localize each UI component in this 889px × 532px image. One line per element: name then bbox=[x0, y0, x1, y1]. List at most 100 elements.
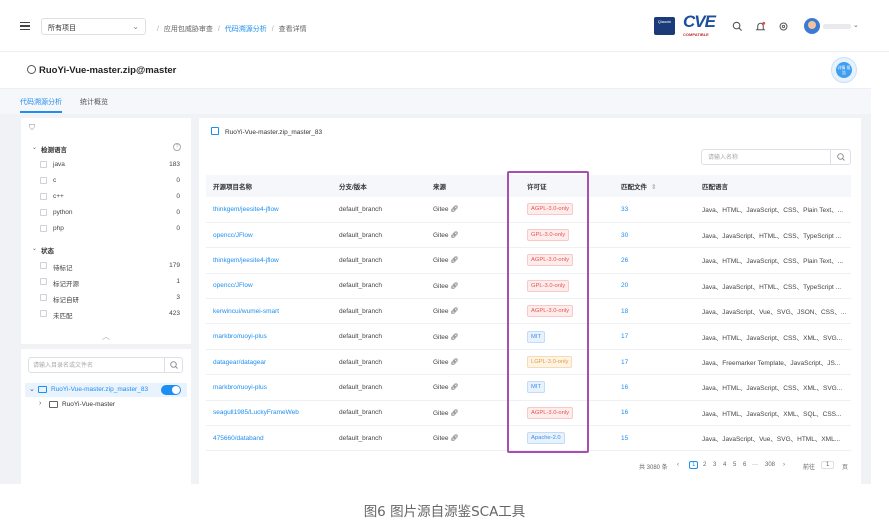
source-cell[interactable]: Gitee 🔗︎ bbox=[426, 425, 520, 452]
page-button-active[interactable]: 1 bbox=[689, 461, 699, 469]
status-filter-open-source[interactable]: 标记开源 1 bbox=[40, 276, 180, 288]
checkbox[interactable] bbox=[40, 294, 47, 301]
page-button[interactable]: 6 bbox=[743, 462, 746, 468]
external-link-icon[interactable]: 🔗︎ bbox=[450, 308, 458, 315]
source-cell[interactable]: Gitee 🔗︎ bbox=[426, 374, 520, 401]
language-filter-php[interactable]: php 0 bbox=[40, 223, 180, 235]
language-filter-python[interactable]: python 0 bbox=[40, 207, 180, 219]
status-filter-self-developed[interactable]: 标记自研 3 bbox=[40, 292, 180, 304]
matched-files-link[interactable]: 16 bbox=[614, 400, 695, 427]
matched-files-link[interactable]: 30 bbox=[614, 222, 695, 249]
source-cell[interactable]: Gitee 🔗︎ bbox=[426, 247, 520, 274]
external-link-icon[interactable]: 🔗︎ bbox=[450, 410, 458, 417]
external-link-icon[interactable]: 🔗︎ bbox=[450, 334, 458, 341]
chevron-down-icon[interactable]: ⌄ bbox=[32, 245, 37, 252]
tree-search-button[interactable] bbox=[164, 358, 182, 372]
prev-page-button[interactable]: ‹ bbox=[677, 462, 679, 468]
tree-search-input[interactable] bbox=[33, 361, 158, 370]
filter-icon[interactable]: ⛉ bbox=[29, 123, 35, 133]
matched-files-link[interactable]: 20 bbox=[614, 273, 695, 300]
project-link[interactable]: kerwincui/wumei-smart bbox=[206, 298, 332, 325]
tree-toggle-switch[interactable] bbox=[161, 385, 181, 395]
tab-code-origin[interactable]: 代码溯源分析 bbox=[20, 97, 62, 107]
more-pages-button[interactable]: ··· bbox=[752, 462, 758, 468]
external-link-icon[interactable]: 🔗︎ bbox=[450, 232, 458, 239]
avatar[interactable] bbox=[804, 18, 820, 34]
matched-files-link[interactable]: 16 bbox=[614, 374, 695, 401]
checkbox[interactable] bbox=[40, 262, 47, 269]
page-button[interactable]: 2 bbox=[703, 462, 706, 468]
menu-icon[interactable] bbox=[20, 22, 30, 30]
source-cell[interactable]: Gitee 🔗︎ bbox=[426, 197, 520, 223]
gear-icon[interactable] bbox=[778, 21, 789, 32]
column-header-sortable[interactable]: 匹配文件 ⇕ bbox=[614, 175, 695, 197]
project-link[interactable]: opencc/JFlow bbox=[206, 273, 332, 300]
source-cell[interactable]: Gitee 🔗︎ bbox=[426, 323, 520, 350]
checkbox[interactable] bbox=[40, 209, 47, 216]
matched-files-link[interactable]: 15 bbox=[614, 425, 695, 452]
license-cell: MIT bbox=[520, 323, 614, 350]
project-link[interactable]: opencc/JFlow bbox=[206, 222, 332, 249]
bell-icon[interactable] bbox=[755, 21, 766, 32]
language-filter-c[interactable]: c 0 bbox=[40, 175, 180, 187]
matched-files-link[interactable]: 18 bbox=[614, 298, 695, 325]
status-filter-unmatched[interactable]: 未匹配 423 bbox=[40, 308, 180, 320]
status-filter-pending[interactable]: 待标记 179 bbox=[40, 260, 180, 272]
external-link-icon[interactable]: 🔗︎ bbox=[450, 206, 458, 213]
language-filter-java[interactable]: java 183 bbox=[40, 159, 180, 171]
page-button[interactable]: 308 bbox=[765, 462, 775, 468]
sort-icon[interactable]: ⇕ bbox=[651, 184, 656, 191]
source-cell[interactable]: Gitee 🔗︎ bbox=[426, 298, 520, 325]
tree-node-child[interactable]: › RuoYi-Vue-master bbox=[39, 399, 179, 411]
source-cell[interactable]: Gitee 🔗︎ bbox=[426, 349, 520, 376]
next-page-button[interactable]: › bbox=[783, 462, 785, 468]
project-link[interactable]: seagull1985/LuckyFrameWeb bbox=[206, 400, 332, 427]
checkbox[interactable] bbox=[40, 161, 47, 168]
tree-node-label: RuoYi-Vue-master.zip_master_83 bbox=[51, 386, 149, 393]
checkbox[interactable] bbox=[40, 278, 47, 285]
project-link[interactable]: 475660/databand bbox=[206, 425, 332, 452]
project-link[interactable]: thinkgem/jeesite4-jflow bbox=[206, 197, 332, 223]
project-link[interactable]: thinkgem/jeesite4-jflow bbox=[206, 247, 332, 274]
help-icon[interactable]: ? bbox=[173, 143, 181, 151]
chevron-right-icon[interactable]: › bbox=[39, 400, 41, 407]
chevron-down-icon[interactable]: ⌄ bbox=[853, 21, 859, 29]
source-cell[interactable]: Gitee 🔗︎ bbox=[426, 222, 520, 249]
external-link-icon[interactable]: 🔗︎ bbox=[450, 435, 458, 442]
name-search-button[interactable] bbox=[830, 150, 850, 164]
name-search-input[interactable] bbox=[708, 153, 823, 162]
tree-node-root[interactable]: ⌄ RuoYi-Vue-master.zip_master_83 bbox=[25, 383, 187, 397]
tab-statistics[interactable]: 统计概览 bbox=[80, 97, 108, 107]
matched-files-link[interactable]: 17 bbox=[614, 349, 695, 376]
checkbox[interactable] bbox=[40, 177, 47, 184]
goto-page-input[interactable]: 1 bbox=[821, 461, 835, 469]
search-icon[interactable] bbox=[732, 21, 743, 32]
checkbox[interactable] bbox=[40, 310, 47, 317]
report-button[interactable]: 详情 报告 bbox=[831, 57, 857, 83]
breadcrumb-item[interactable]: 代码溯源分析 bbox=[225, 26, 267, 33]
language-filter-cpp[interactable]: c++ 0 bbox=[40, 191, 180, 203]
external-link-icon[interactable]: 🔗︎ bbox=[450, 359, 458, 366]
checkbox[interactable] bbox=[40, 193, 47, 200]
matched-files-link[interactable]: 26 bbox=[614, 247, 695, 274]
external-link-icon[interactable]: 🔗︎ bbox=[450, 384, 458, 391]
username[interactable] bbox=[823, 24, 851, 29]
collapse-up-icon[interactable]: ︿ bbox=[102, 331, 110, 342]
source-cell[interactable]: Gitee 🔗︎ bbox=[426, 273, 520, 300]
project-link[interactable]: datagear/datagear bbox=[206, 349, 332, 376]
matched-files-link[interactable]: 17 bbox=[614, 323, 695, 350]
page-button[interactable]: 5 bbox=[733, 462, 736, 468]
chevron-down-icon[interactable]: ⌄ bbox=[29, 385, 35, 393]
page-button[interactable]: 3 bbox=[713, 462, 716, 468]
project-link[interactable]: markbro/ruoyi-plus bbox=[206, 374, 332, 401]
external-link-icon[interactable]: 🔗︎ bbox=[450, 257, 458, 264]
matched-files-link[interactable]: 33 bbox=[614, 197, 695, 223]
page-button[interactable]: 4 bbox=[723, 462, 726, 468]
breadcrumb-item[interactable]: 应用包威胁审查 bbox=[164, 26, 213, 33]
chevron-down-icon[interactable]: ⌄ bbox=[32, 144, 37, 151]
checkbox[interactable] bbox=[40, 225, 47, 232]
project-link[interactable]: markbro/ruoyi-plus bbox=[206, 323, 332, 350]
source-cell[interactable]: Gitee 🔗︎ bbox=[426, 400, 520, 427]
external-link-icon[interactable]: 🔗︎ bbox=[450, 283, 458, 290]
project-select[interactable]: 所有项目 ⌄ bbox=[41, 18, 146, 35]
